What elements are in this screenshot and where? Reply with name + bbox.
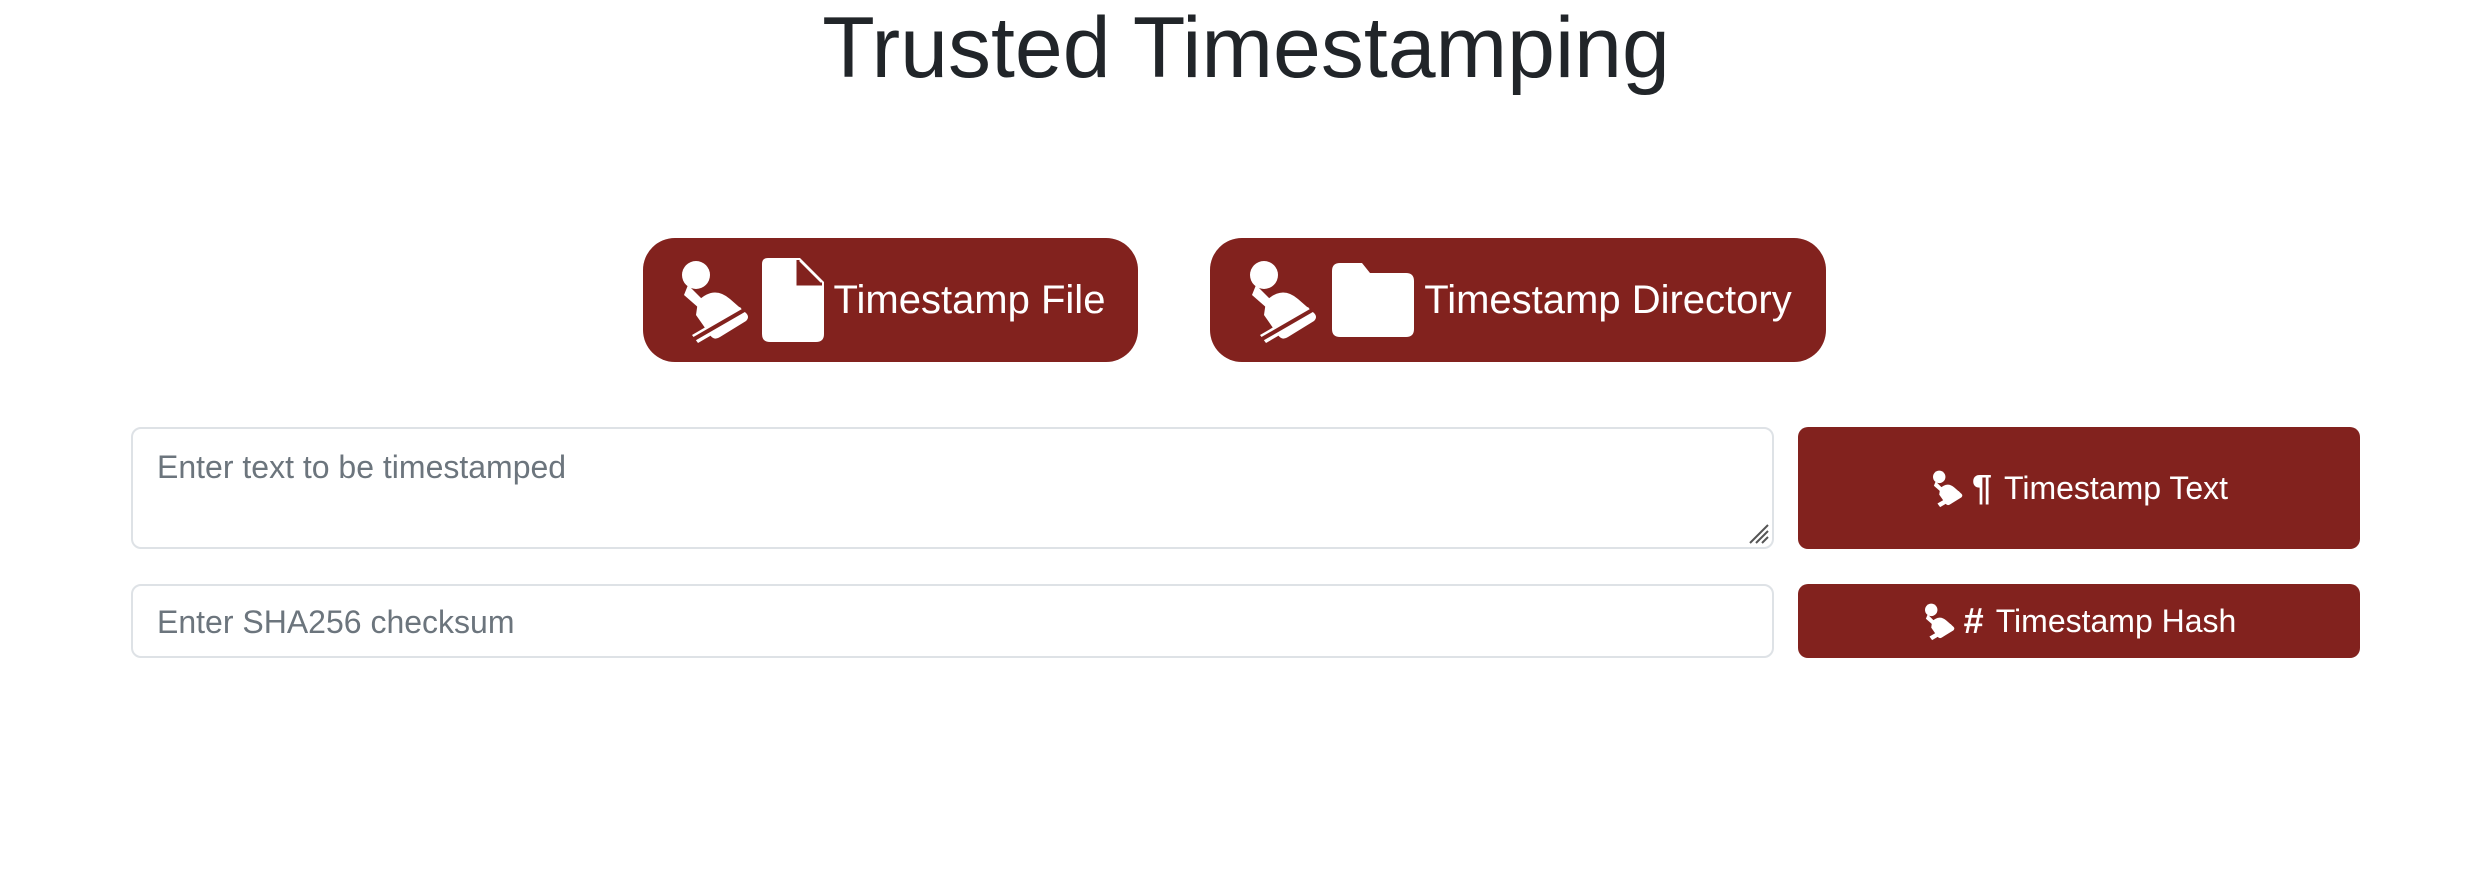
stamp-icon	[681, 261, 748, 343]
timestamp-hash-label: Timestamp Hash	[1995, 602, 2237, 639]
timestamp-directory-button[interactable]: Timestamp Directory	[1210, 238, 1826, 362]
text-input-area[interactable]: Enter text to be timestamped	[131, 427, 1774, 549]
timestamp-hash-button[interactable]: # Timestamp Hash	[1798, 584, 2360, 658]
timestamp-text-button[interactable]: ¶ Timestamp Text	[1798, 427, 2360, 549]
resize-handle-icon[interactable]	[1744, 519, 1770, 545]
stamp-icon	[1250, 261, 1317, 343]
timestamp-file-label: Timestamp File	[833, 277, 1106, 322]
hash-icon: #	[1963, 600, 1984, 641]
folder-icon	[1332, 263, 1415, 337]
stamp-icon	[1932, 470, 1963, 508]
timestamp-text-label: Timestamp Text	[2003, 469, 2229, 506]
sha256-input-placeholder: Enter SHA256 checksum	[157, 604, 515, 640]
stamp-icon	[1924, 603, 1954, 641]
timestamp-directory-label: Timestamp Directory	[1424, 277, 1792, 322]
sha256-input[interactable]: Enter SHA256 checksum	[131, 584, 1774, 658]
timestamp-file-button[interactable]: Timestamp File	[643, 238, 1138, 362]
text-input-placeholder: Enter text to be timestamped	[157, 449, 567, 485]
paragraph-icon: ¶	[1971, 467, 1992, 508]
page-title: Trusted Timestamping	[822, 0, 1670, 96]
file-icon	[761, 258, 824, 342]
page: Trusted Timestamping Timestamp File Time…	[0, 0, 2492, 872]
